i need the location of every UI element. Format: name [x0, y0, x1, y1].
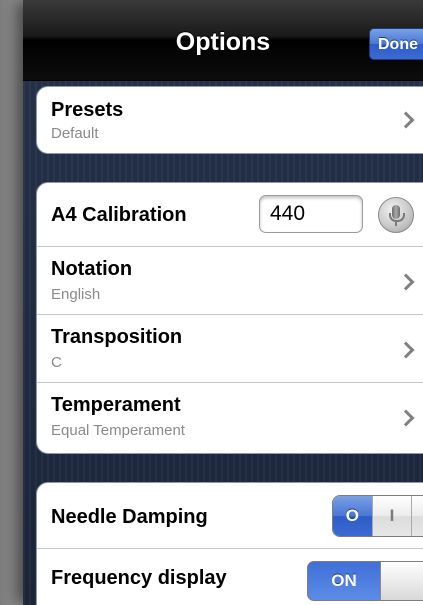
- page-title: Options: [175, 28, 271, 56]
- chevron-right-icon: [397, 341, 415, 359]
- presets-title: Presets: [51, 99, 124, 121]
- tuning-settings-group: A4 Calibration Notation English Transpos…: [36, 182, 423, 454]
- frequency-display-row: Frequency display ON: [37, 549, 423, 605]
- transposition-title: Transposition: [51, 326, 183, 348]
- transposition-value: C: [51, 354, 62, 371]
- presets-value: Default: [51, 125, 99, 142]
- transposition-row[interactable]: Transposition C: [37, 315, 423, 383]
- chevron-right-icon: [397, 409, 415, 427]
- notation-row[interactable]: Notation English: [37, 247, 423, 315]
- needle-damping-segmented-control: O I II: [332, 495, 423, 537]
- toggle-state-label: ON: [331, 571, 357, 590]
- frequency-display-title: Frequency display: [51, 567, 227, 589]
- damping-option-o[interactable]: O: [333, 496, 372, 536]
- presets-group: Presets Default: [36, 86, 423, 154]
- a4-frequency-input[interactable]: [259, 195, 363, 233]
- temperament-value: Equal Temperament: [51, 422, 185, 439]
- notation-title: Notation: [51, 258, 133, 280]
- display-settings-group: Needle Damping O I II Frequency display …: [36, 482, 423, 605]
- presets-row[interactable]: Presets Default: [37, 87, 423, 153]
- damping-option-ii[interactable]: II: [411, 496, 423, 536]
- mic-stand: [389, 213, 405, 222]
- done-button[interactable]: Done: [369, 28, 423, 60]
- mic-stem: [395, 222, 397, 226]
- a4-calibration-title: A4 Calibration: [51, 204, 187, 226]
- temperament-row[interactable]: Temperament Equal Temperament: [37, 383, 423, 453]
- damping-option-i[interactable]: I: [371, 496, 412, 536]
- navigation-bar: Options Done: [23, 0, 423, 81]
- options-screen: Options Done Presets Default A4 Calibrat…: [23, 0, 423, 605]
- chevron-right-icon: [397, 273, 415, 291]
- needle-damping-title: Needle Damping: [51, 506, 208, 528]
- temperament-title: Temperament: [51, 394, 181, 416]
- chevron-right-icon: [397, 111, 415, 129]
- toggle-knob: [380, 562, 423, 600]
- needle-damping-row: Needle Damping O I II: [37, 483, 423, 549]
- a4-calibration-row: A4 Calibration: [37, 183, 423, 247]
- notation-value: English: [51, 286, 101, 303]
- frequency-display-toggle[interactable]: ON: [307, 561, 423, 601]
- microphone-icon[interactable]: [378, 197, 414, 233]
